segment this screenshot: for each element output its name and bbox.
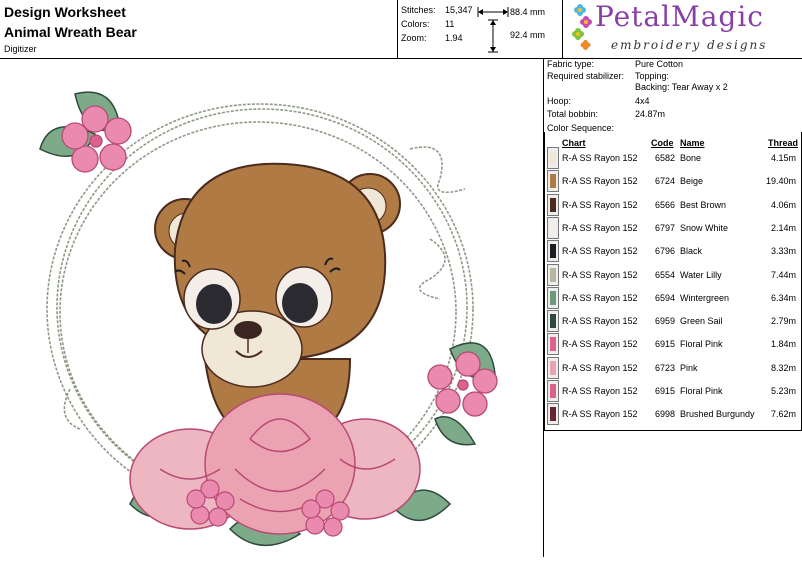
topping-value: Topping: <box>635 71 670 81</box>
hoop-value: 4x4 <box>635 96 650 106</box>
design-preview <box>0 59 544 557</box>
colors-label: Colors: <box>401 19 430 29</box>
bobbin-value: 24.87m <box>635 109 666 119</box>
flower-logo-icon <box>572 4 592 50</box>
digitizer-label: Digitizer <box>4 44 37 54</box>
brand-tagline: embroidery designs <box>611 38 768 52</box>
flower-right <box>427 342 498 446</box>
zoom-label: Zoom: <box>401 33 427 43</box>
worksheet-title: Design Worksheet <box>4 4 126 20</box>
fabric-label: Fabric type: <box>547 59 595 69</box>
colors-value: 11 <box>445 19 455 29</box>
backing-value: Backing: Tear Away x 2 <box>635 82 728 92</box>
stabilizer-label: Required stabilizer: <box>547 71 625 81</box>
bear <box>154 162 401 420</box>
design-name: Animal Wreath Bear <box>4 24 137 40</box>
fabric-value: Pure Cotton <box>635 59 684 69</box>
zoom-value: 1.94 <box>445 33 463 43</box>
brand-name: PetalMagic <box>595 0 764 33</box>
worksheet-header: Design Worksheet Animal Wreath Bear Digi… <box>0 0 398 59</box>
color-sequence-frame <box>544 132 802 431</box>
design-stats: Stitches: 15,347 Colors: 11 Zoom: 1.94 8… <box>398 0 562 59</box>
bobbin-label: Total bobbin: <box>547 109 599 119</box>
roses-bottom <box>129 393 452 546</box>
stitches-label: Stitches: <box>401 5 436 15</box>
design-width: 88.4 mm <box>510 7 546 17</box>
dimension-arrows-icon <box>477 7 509 53</box>
stitches-value: 15,347 <box>445 5 473 15</box>
flower-top-left <box>61 105 132 173</box>
hoop-label: Hoop: <box>547 96 572 106</box>
bear-wreath-illustration <box>39 91 498 546</box>
brand-logo: PetalMagic embroidery designs <box>562 0 802 59</box>
design-height: 92.4 mm <box>510 30 546 40</box>
